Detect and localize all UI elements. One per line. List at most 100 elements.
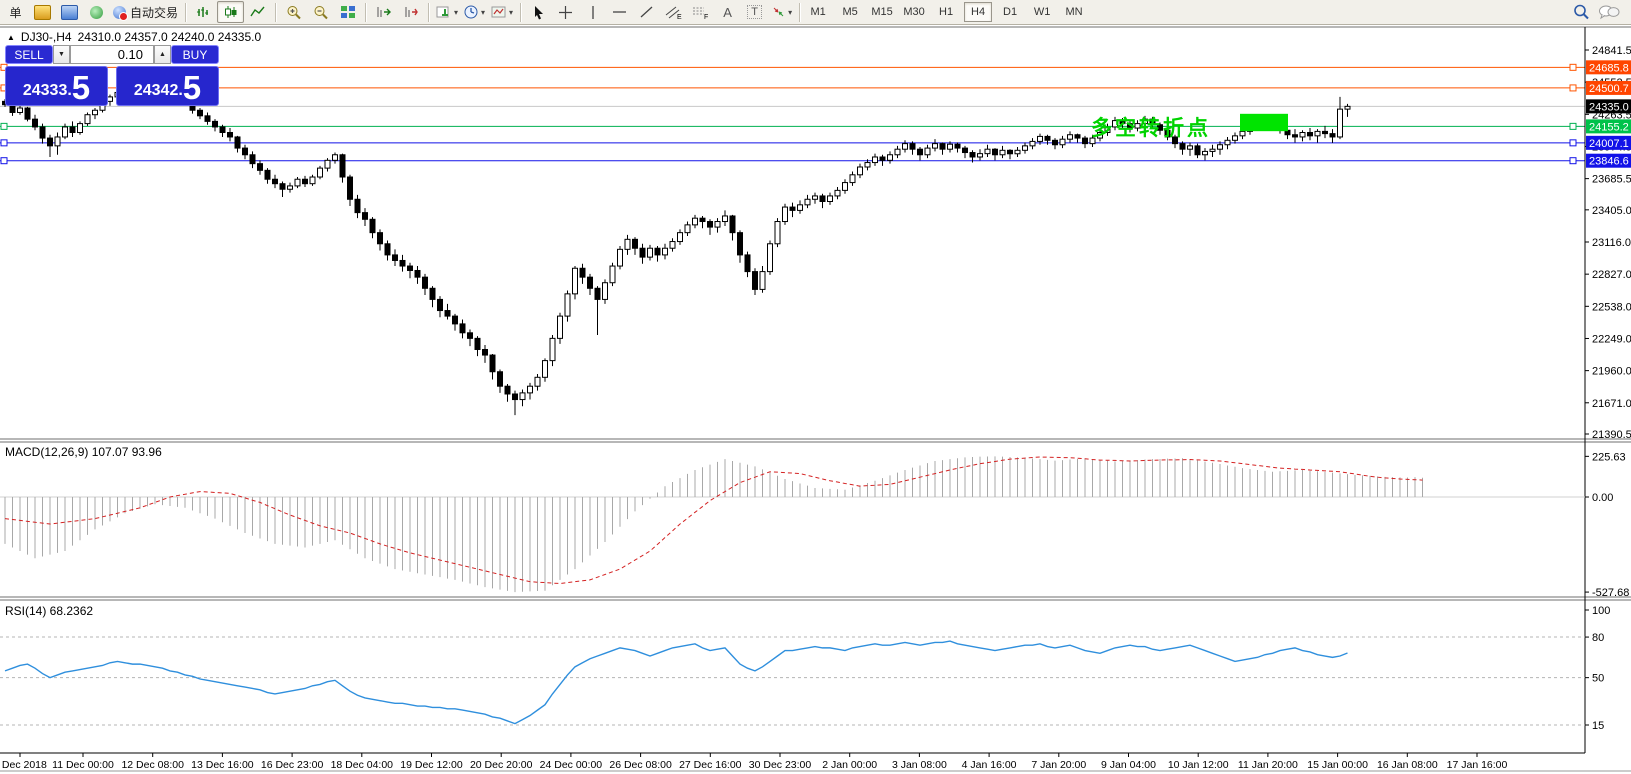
svg-text:20 Dec 20:00: 20 Dec 20:00 — [470, 759, 533, 771]
lot-size-input[interactable]: 0.10 — [70, 45, 154, 64]
line-chart-icon — [250, 5, 266, 19]
chart-shift-button[interactable] — [397, 1, 424, 23]
svg-text:0.00: 0.00 — [1592, 492, 1613, 504]
arrows-button[interactable]: ▾ — [768, 1, 795, 23]
template-icon — [491, 5, 507, 19]
svg-text:24007.1: 24007.1 — [1589, 138, 1629, 150]
svg-text:3 Jan 08:00: 3 Jan 08:00 — [892, 759, 947, 771]
svg-text:15 Jan 00:00: 15 Jan 00:00 — [1307, 759, 1368, 771]
timeframe-group: M1M5M15M30H1H4D1W1MN — [804, 2, 1088, 22]
chart-canvas[interactable]: 24841.524552.524263.523974.523685.523405… — [0, 26, 1631, 774]
sell-price-display[interactable]: 24333.5 — [5, 66, 108, 106]
sell-button[interactable]: SELL — [5, 45, 53, 64]
zoom-in-icon — [286, 5, 302, 20]
svg-text:24841.5: 24841.5 — [1592, 45, 1631, 57]
svg-text:22249.0: 22249.0 — [1592, 333, 1631, 345]
tab-timeframe-MN[interactable]: MN — [1060, 2, 1088, 22]
svg-text:21960.0: 21960.0 — [1592, 366, 1631, 378]
tab-timeframe-M1[interactable]: M1 — [804, 2, 832, 22]
market-watch-icon — [34, 5, 51, 20]
search-icon — [1573, 4, 1590, 20]
vertical-line-button[interactable] — [579, 1, 606, 23]
trendline-button[interactable] — [633, 1, 660, 23]
svg-text:11 Jan 20:00: 11 Jan 20:00 — [1238, 759, 1298, 771]
market-watch-button[interactable] — [29, 1, 56, 23]
chart-shift-icon — [403, 5, 419, 19]
tab-timeframe-M30[interactable]: M30 — [900, 2, 928, 22]
svg-text:9 Jan 04:00: 9 Jan 04:00 — [1101, 759, 1156, 771]
svg-text:16 Jan 08:00: 16 Jan 08:00 — [1377, 759, 1438, 771]
macd-indicator-label: MACD(12,26,9) 107.07 93.96 — [5, 445, 162, 459]
tab-timeframe-H1[interactable]: H1 — [932, 2, 960, 22]
text-button[interactable]: A — [714, 1, 741, 23]
tab-timeframe-H4[interactable]: H4 — [964, 2, 992, 22]
cursor-button[interactable] — [525, 1, 552, 23]
tab-timeframe-W1[interactable]: W1 — [1028, 2, 1056, 22]
tab-timeframe-D1[interactable]: D1 — [996, 2, 1024, 22]
text-label-button[interactable]: T — [741, 1, 768, 23]
cursor-icon — [532, 5, 545, 20]
svg-text:-527.68: -527.68 — [1592, 587, 1629, 599]
auto-trading-badge-icon — [119, 12, 128, 21]
svg-text:F: F — [704, 14, 708, 20]
toolbar-right-group — [1568, 1, 1623, 23]
highlight-zone-rect — [1240, 114, 1288, 131]
bar-chart-icon — [196, 5, 212, 19]
auto-trading-button[interactable]: 自动交易 — [110, 1, 181, 23]
svg-text:23846.6: 23846.6 — [1589, 156, 1629, 168]
toolbar-separator — [185, 3, 186, 22]
search-button[interactable] — [1568, 1, 1595, 23]
auto-trading-icon — [113, 6, 126, 19]
candlestick-chart-button[interactable] — [217, 1, 244, 23]
zoom-in-button[interactable] — [280, 1, 307, 23]
svg-text:7 Dec 2018: 7 Dec 2018 — [0, 759, 47, 771]
svg-text:24335.0: 24335.0 — [1589, 101, 1629, 113]
crosshair-button[interactable] — [552, 1, 579, 23]
buy-price-main: 24342 — [134, 81, 179, 104]
periods-button[interactable]: ▾ — [461, 1, 488, 23]
macd-pane: 225.630.00-527.68 — [0, 451, 1629, 599]
chart-title-bar: ▲ DJ30-,H4 24310.0 24357.0 24240.0 24335… — [7, 30, 261, 44]
lot-increase-button[interactable]: ▲ — [154, 45, 171, 64]
chart-annotation-text[interactable]: 多空转折点 — [1091, 112, 1211, 142]
chevron-down-icon: ▾ — [454, 8, 458, 17]
tab-timeframe-M5[interactable]: M5 — [836, 2, 864, 22]
svg-text:24 Dec 00:00: 24 Dec 00:00 — [540, 759, 603, 771]
equidistant-channel-button[interactable]: E — [660, 1, 687, 23]
data-window-button[interactable] — [56, 1, 83, 23]
price-axis: 24841.524552.524263.523974.523685.523405… — [1585, 45, 1631, 441]
sell-price-main: 24333 — [23, 81, 68, 104]
line-chart-button[interactable] — [244, 1, 271, 23]
svg-text:12 Dec 08:00: 12 Dec 08:00 — [121, 759, 184, 771]
buy-price-display[interactable]: 24342.5 — [116, 66, 219, 106]
new-order-label: 单 — [9, 4, 21, 21]
tile-windows-button[interactable] — [334, 1, 361, 23]
text-label-icon: T — [747, 5, 762, 19]
buy-price-big-digit: 5 — [183, 71, 201, 104]
fibonacci-icon: F — [692, 5, 709, 20]
zoom-out-button[interactable] — [307, 1, 334, 23]
chevron-down-icon: ▾ — [481, 8, 485, 17]
fibonacci-button[interactable]: F — [687, 1, 714, 23]
new-order-button[interactable]: 单 — [2, 1, 29, 23]
toolbar-separator — [275, 3, 276, 22]
buy-button[interactable]: BUY — [171, 45, 219, 64]
lot-decrease-button[interactable]: ▼ — [53, 45, 70, 64]
svg-text:10 Jan 12:00: 10 Jan 12:00 — [1168, 759, 1229, 771]
collapse-icon[interactable]: ▲ — [7, 33, 15, 42]
tab-timeframe-M15[interactable]: M15 — [868, 2, 896, 22]
strategy-tester-button[interactable] — [83, 1, 110, 23]
vertical-line-icon — [588, 5, 598, 20]
indicators-button[interactable]: ▾ — [433, 1, 461, 23]
svg-text:16 Dec 23:00: 16 Dec 23:00 — [261, 759, 324, 771]
horizontal-line-button[interactable] — [606, 1, 633, 23]
svg-text:50: 50 — [1592, 673, 1604, 685]
auto-scroll-button[interactable] — [370, 1, 397, 23]
chat-bubbles-icon — [1598, 4, 1620, 20]
templates-button[interactable]: ▾ — [488, 1, 516, 23]
indicators-icon — [436, 5, 452, 19]
bar-chart-button[interactable] — [190, 1, 217, 23]
svg-text:26 Dec 08:00: 26 Dec 08:00 — [609, 759, 672, 771]
svg-text:2 Jan 00:00: 2 Jan 00:00 — [822, 759, 877, 771]
chat-button[interactable] — [1595, 1, 1623, 23]
